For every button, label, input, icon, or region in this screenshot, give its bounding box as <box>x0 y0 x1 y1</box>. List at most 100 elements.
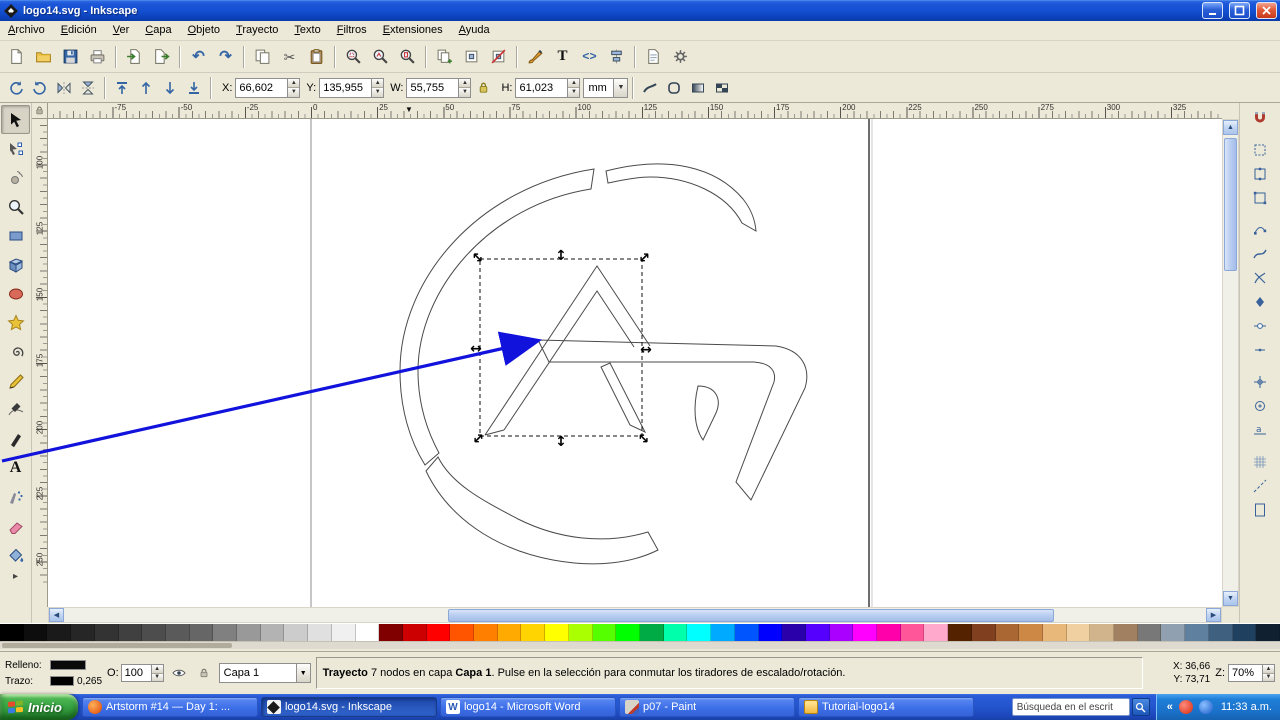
palette-swatch[interactable] <box>805 624 830 641</box>
save-document-button[interactable] <box>57 43 84 70</box>
palette-scroll-thumb[interactable] <box>2 643 232 648</box>
selection-marquee[interactable] <box>479 258 643 437</box>
scroll-up-button[interactable]: ▲ <box>1223 120 1238 135</box>
snap-smooth-nodes-button[interactable] <box>1247 314 1273 338</box>
palette-swatch[interactable] <box>1256 624 1280 641</box>
snap-enable-button[interactable] <box>1247 106 1273 130</box>
logo-a-inner[interactable] <box>503 290 635 431</box>
palette-swatch[interactable] <box>687 624 712 641</box>
spin-up-icon[interactable]: ▲ <box>568 78 580 88</box>
y-field[interactable]: 135,955 ▲ ▼ <box>319 77 385 98</box>
open-document-button[interactable] <box>30 43 57 70</box>
toolbox-expander[interactable]: ▸ <box>13 571 18 582</box>
logo-d-counter[interactable] <box>694 385 719 441</box>
palette-scrollbar[interactable] <box>0 641 1280 649</box>
palette-swatch[interactable] <box>331 624 356 641</box>
document-properties-button[interactable] <box>640 43 667 70</box>
paint-bucket-tool[interactable] <box>1 540 30 569</box>
palette-swatch[interactable] <box>474 624 498 641</box>
align-dialog-button[interactable] <box>603 43 630 70</box>
x-field-value[interactable]: 66,602 <box>235 77 288 98</box>
scale-handle-n[interactable]: ↕ <box>555 248 567 264</box>
snap-cusp-nodes-button[interactable] <box>1247 290 1273 314</box>
preferences-button[interactable] <box>667 43 694 70</box>
palette-swatch[interactable] <box>1137 624 1162 641</box>
box3d-tool[interactable] <box>1 250 30 279</box>
maximize-button[interactable] <box>1229 2 1250 19</box>
palette-swatch[interactable] <box>426 624 451 641</box>
opacity-control[interactable]: O: 100 ▲ ▼ <box>107 664 164 682</box>
new-document-button[interactable] <box>3 43 30 70</box>
fill-stroke-indicator[interactable]: Relleno: Trazo: 0,265 <box>5 658 102 689</box>
tray-chevron-icon[interactable]: « <box>1167 701 1173 713</box>
clone-button[interactable] <box>458 43 485 70</box>
palette-swatch[interactable] <box>1185 624 1209 641</box>
palette-swatch[interactable] <box>545 624 569 641</box>
drawing-area[interactable]: ↔ ↕ ↔ ↔ ↔ ↔ ↕ ↔ <box>48 119 1222 607</box>
chevron-down-icon[interactable]: ▼ <box>613 77 629 98</box>
palette-swatch[interactable] <box>1019 624 1043 641</box>
zoom-control[interactable]: Z: 70% ▲ ▼ <box>1215 664 1275 682</box>
fill-swatch[interactable] <box>50 660 86 670</box>
snap-bbox-button[interactable] <box>1247 138 1273 162</box>
vertical-scroll-thumb[interactable] <box>1224 138 1237 271</box>
palette-swatch[interactable] <box>355 624 380 641</box>
close-button[interactable] <box>1256 2 1277 19</box>
vertical-scrollbar[interactable]: ▲ ▼ <box>1222 119 1239 607</box>
ellipse-tool[interactable] <box>1 279 30 308</box>
scale-handle-sw[interactable]: ↔ <box>469 429 489 449</box>
scale-stroke-toggle[interactable] <box>638 76 662 100</box>
fill-stroke-dialog-button[interactable] <box>522 43 549 70</box>
palette-swatch[interactable] <box>308 624 332 641</box>
snap-bbox-edges-button[interactable] <box>1247 162 1273 186</box>
chevron-down-icon[interactable]: ▼ <box>295 663 311 683</box>
eraser-tool[interactable] <box>1 511 30 540</box>
rotate-ccw-button[interactable] <box>4 76 28 100</box>
snap-rotation-center-button[interactable] <box>1247 394 1273 418</box>
taskbar-task-inkscape[interactable]: logo14.svg - Inkscape <box>260 697 437 717</box>
current-layer-label[interactable]: Capa 1 <box>218 663 296 683</box>
horizontal-scroll-thumb[interactable] <box>448 609 1054 622</box>
scale-corners-toggle[interactable] <box>662 76 686 100</box>
tray-app-icon[interactable] <box>1198 700 1213 714</box>
canvas[interactable]: ↔ ↕ ↔ ↔ ↔ ↔ ↕ ↔ <box>48 119 1222 607</box>
snap-bbox-corners-button[interactable] <box>1247 186 1273 210</box>
spray-tool[interactable] <box>1 482 30 511</box>
palette-swatch[interactable] <box>1066 624 1091 641</box>
spin-down-icon[interactable]: ▼ <box>568 88 580 97</box>
minimize-button[interactable] <box>1202 2 1223 19</box>
spiral-tool[interactable] <box>1 337 30 366</box>
spin-up-icon[interactable]: ▲ <box>372 78 384 88</box>
lock-ratio-button[interactable] <box>471 76 495 100</box>
palette-swatch[interactable] <box>450 624 475 641</box>
y-field-spinner[interactable]: ▲ ▼ <box>371 77 385 98</box>
palette-swatch[interactable] <box>900 624 925 641</box>
palette-swatch[interactable] <box>213 624 238 641</box>
palette-swatch[interactable] <box>971 624 996 641</box>
pencil-tool[interactable] <box>1 366 30 395</box>
layer-dropdown[interactable]: Capa 1 ▼ <box>218 663 311 683</box>
spin-down-icon[interactable]: ▼ <box>151 673 163 681</box>
palette-swatch[interactable] <box>118 624 143 641</box>
desktop-search-button[interactable] <box>1131 698 1150 716</box>
horizontal-ruler[interactable]: ▼ -75 -50 -25 0 25 50 75 100 125 150 175 200 225 250 27… <box>48 103 1222 119</box>
logo-bottom-swoosh[interactable] <box>425 456 659 565</box>
print-button[interactable] <box>84 43 111 70</box>
palette-swatch[interactable] <box>829 624 854 641</box>
scroll-left-button[interactable]: ◀ <box>49 608 64 622</box>
y-field-value[interactable]: 135,955 <box>319 77 372 98</box>
snap-paths-button[interactable] <box>1247 242 1273 266</box>
palette-swatch[interactable] <box>1114 624 1138 641</box>
snap-grid-button[interactable] <box>1247 450 1273 474</box>
palette-swatch[interactable] <box>853 624 878 641</box>
palette-swatch[interactable] <box>592 624 617 641</box>
logo-crossbar-d[interactable] <box>537 339 808 501</box>
snap-intersections-button[interactable] <box>1247 266 1273 290</box>
duplicate-button[interactable] <box>431 43 458 70</box>
menu-capa[interactable]: Capa <box>137 21 179 40</box>
spin-up-icon[interactable]: ▲ <box>459 78 471 88</box>
calligraphy-tool[interactable] <box>1 424 30 453</box>
text-tool[interactable]: A <box>1 453 30 482</box>
flip-vertical-button[interactable] <box>76 76 100 100</box>
rectangle-tool[interactable] <box>1 221 30 250</box>
